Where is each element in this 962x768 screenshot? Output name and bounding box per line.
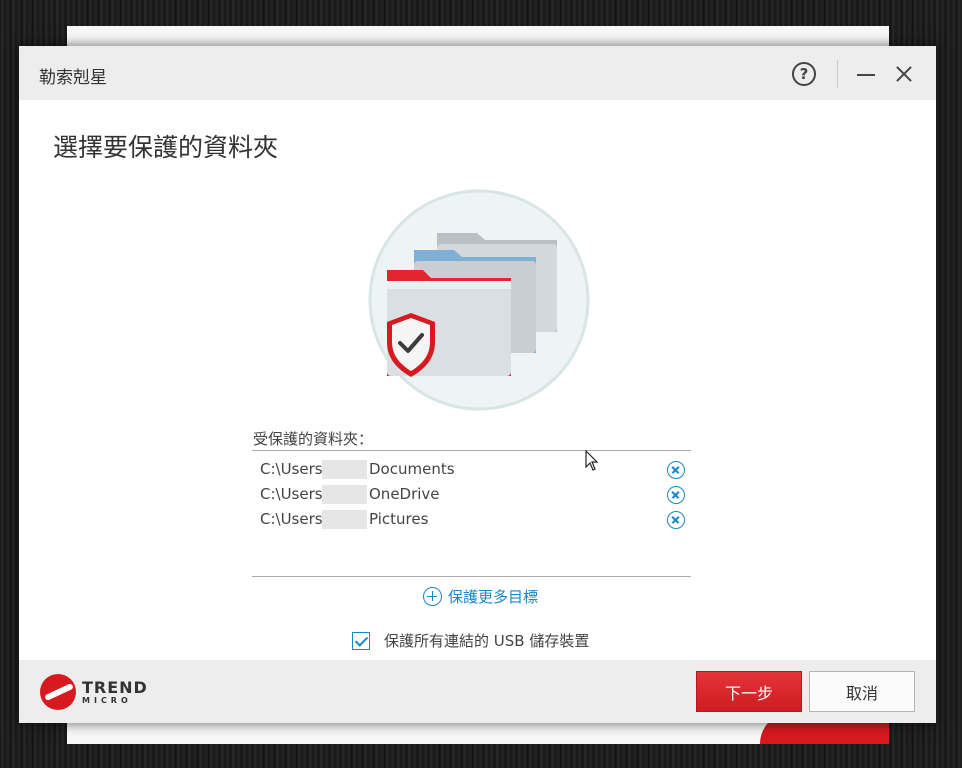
brand-subname: MICRO — [82, 695, 132, 705]
ransomware-protection-dialog: 勒索剋星 ? 選擇要保護的資料夾 受保護的資料夾： C:\Users\ Docu… — [19, 46, 936, 723]
usb-checkbox[interactable] — [352, 631, 370, 650]
redacted-username — [322, 460, 367, 479]
title-bar: 勒索剋星 ? — [19, 46, 936, 100]
window-title: 勒索剋星 — [39, 68, 107, 88]
folder-path: C:\Users\ Pictures — [260, 510, 429, 529]
redacted-username — [322, 510, 367, 529]
folder-path: C:\Users\ OneDrive — [260, 485, 440, 504]
help-button[interactable]: ? — [792, 62, 816, 86]
list-item: C:\Users\ Pictures — [252, 507, 691, 532]
protected-folders-label: 受保護的資料夾： — [253, 430, 374, 448]
remove-folder-icon[interactable] — [667, 461, 685, 479]
next-button[interactable]: 下一步 — [696, 671, 802, 712]
plus-circle-icon — [423, 587, 442, 606]
footer-bar: TREND MICRO 下一步 取消 — [19, 660, 936, 723]
protected-folders-list: C:\Users\ Documents C:\Users\ OneDrive C:\… — [252, 450, 691, 577]
page-title: 選擇要保護的資料夾 — [53, 133, 279, 162]
redacted-username — [322, 485, 367, 504]
usb-protection-option[interactable]: 保護所有連結的 USB 儲存裝置 — [352, 630, 589, 651]
protected-folders-illustration — [368, 189, 590, 411]
list-item: C:\Users\ OneDrive — [252, 482, 691, 507]
trend-micro-logo: TREND MICRO — [40, 674, 148, 710]
remove-folder-icon[interactable] — [667, 486, 685, 504]
mouse-cursor-icon — [585, 450, 599, 471]
usb-checkbox-label: 保護所有連結的 USB 儲存裝置 — [384, 632, 590, 650]
trend-micro-logo-icon — [40, 674, 76, 710]
folder-path: C:\Users\ Documents — [260, 460, 455, 479]
remove-folder-icon[interactable] — [667, 511, 685, 529]
protect-more-targets-link[interactable]: 保護更多目標 — [423, 586, 538, 607]
close-button[interactable] — [893, 63, 915, 85]
cancel-button[interactable]: 取消 — [809, 671, 915, 712]
titlebar-divider — [837, 60, 838, 88]
minimize-button[interactable] — [855, 63, 877, 85]
list-item: C:\Users\ Documents — [252, 457, 691, 482]
brand-name: TREND — [82, 677, 148, 697]
